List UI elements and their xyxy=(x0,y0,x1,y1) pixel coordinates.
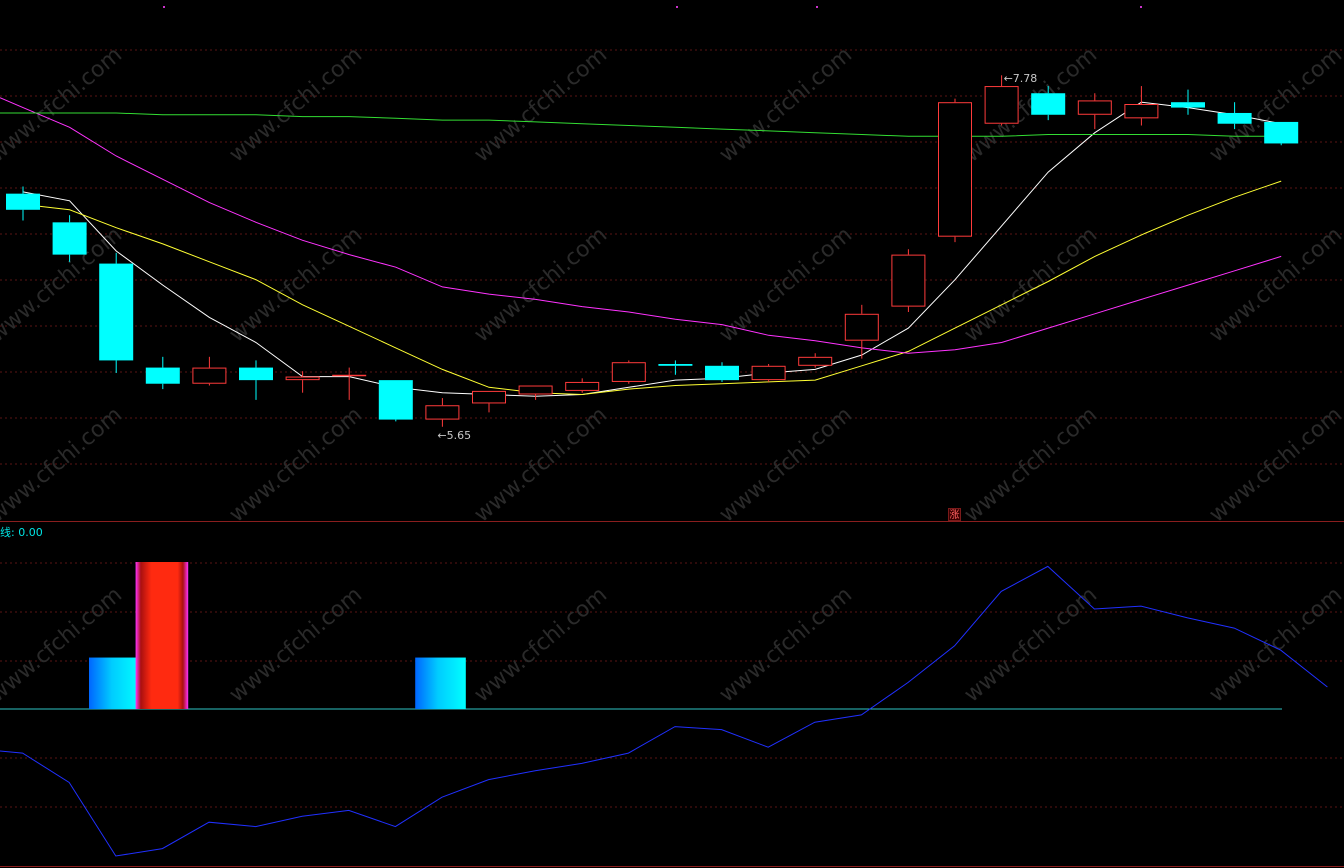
candle-up xyxy=(938,98,972,243)
candle-up xyxy=(1077,93,1112,130)
candle-up xyxy=(518,385,553,400)
watermark-text: www.cfchi.com xyxy=(960,222,1102,347)
candle-body xyxy=(99,263,134,361)
candle-up xyxy=(844,304,879,359)
candle-body xyxy=(1124,104,1159,119)
indicator-bar-cyan xyxy=(89,657,140,709)
candle-down xyxy=(99,252,134,373)
candle-up xyxy=(192,356,227,386)
candle-body xyxy=(798,356,833,366)
candle-up xyxy=(472,390,506,413)
candle-up xyxy=(285,371,320,393)
candle-body xyxy=(565,381,600,391)
watermark-text: www.cfchi.com xyxy=(1205,402,1344,527)
candle-body xyxy=(844,313,879,341)
candle-body xyxy=(1031,93,1066,115)
watermark-text: www.cfchi.com xyxy=(470,582,612,707)
watermark-text: www.cfchi.com xyxy=(1205,42,1344,167)
watermark-text: www.cfchi.com xyxy=(0,42,127,167)
watermark-text: www.cfchi.com xyxy=(225,582,367,707)
candle-up xyxy=(611,360,646,384)
candle-body xyxy=(6,193,40,210)
candle-body xyxy=(611,362,646,382)
candle-up xyxy=(891,249,926,312)
watermark-text: www.cfchi.com xyxy=(715,582,857,707)
candle-body xyxy=(518,385,553,395)
candlestick-series xyxy=(6,75,1299,427)
candle-body xyxy=(705,365,739,381)
candle-up xyxy=(751,364,786,382)
candle-down xyxy=(6,186,40,221)
top-marker xyxy=(816,6,818,8)
candle-down xyxy=(658,360,693,375)
candle-up xyxy=(1124,86,1159,126)
watermark-text: www.cfchi.com xyxy=(1205,222,1344,347)
candle-down xyxy=(1171,89,1205,115)
watermark-text: www.cfchi.com xyxy=(225,402,367,527)
indicator-label: 线: 0.00 xyxy=(0,526,43,539)
candle-body xyxy=(472,390,506,404)
candle-body xyxy=(751,365,786,381)
low-price-annotation: ←5.65 xyxy=(437,428,472,442)
top-marker xyxy=(676,6,678,8)
watermark-text: www.cfchi.com xyxy=(715,222,857,347)
moving-average-line xyxy=(22,180,1282,396)
moving-average-line xyxy=(0,112,1282,137)
top-marker xyxy=(163,6,165,8)
indicator-bar-cyan xyxy=(415,657,466,709)
watermark-text: www.cfchi.com xyxy=(470,222,612,347)
candle-body xyxy=(984,86,1019,124)
watermark-text: www.cfchi.com xyxy=(1205,582,1344,707)
candle-body xyxy=(1077,100,1112,115)
candle-down xyxy=(1264,121,1299,146)
candle-body xyxy=(145,367,180,384)
indicator-bars xyxy=(0,562,1282,710)
watermark-text: www.cfchi.com xyxy=(0,402,127,527)
watermark-text: www.cfchi.com xyxy=(225,42,367,167)
candle-body xyxy=(1264,121,1299,144)
candle-down xyxy=(145,356,180,390)
candle-body xyxy=(1171,102,1205,108)
candle-body xyxy=(332,374,367,377)
rise-badge: 涨 xyxy=(948,508,961,521)
indicator-line-path xyxy=(0,565,1328,857)
watermark-text: www.cfchi.com xyxy=(470,42,612,167)
watermark-text: www.cfchi.com xyxy=(715,42,857,167)
moving-average-line xyxy=(0,97,1282,354)
candle-body xyxy=(891,254,926,307)
candle-body xyxy=(938,102,972,237)
candle-body xyxy=(658,364,693,366)
candle-body xyxy=(52,222,87,255)
candle-body xyxy=(285,376,320,381)
watermark-text: www.cfchi.com xyxy=(470,402,612,527)
candle-down xyxy=(378,380,413,422)
candle-down xyxy=(239,360,273,400)
watermark-text: www.cfchi.com xyxy=(960,582,1102,707)
watermark-text: www.cfchi.com xyxy=(960,402,1102,527)
stock-chart: www.cfchi.com www.cfchi.com www.cfchi.com w… xyxy=(0,6,1344,867)
indicator-bar-red xyxy=(135,562,189,709)
indicator-line xyxy=(0,565,1328,857)
candle-up xyxy=(425,398,460,427)
high-price-annotation: ←7.78 xyxy=(1003,72,1038,86)
candle-body xyxy=(1217,112,1252,124)
watermark-text: www.cfchi.com xyxy=(225,222,367,347)
top-marker xyxy=(1140,6,1142,8)
candle-body xyxy=(192,367,227,384)
candle-body xyxy=(378,380,413,420)
candle-down xyxy=(705,362,739,382)
candle-body xyxy=(239,367,273,381)
candle-up xyxy=(798,353,833,368)
candle-up xyxy=(565,378,600,393)
chart-grid xyxy=(0,6,1344,867)
watermark-text: www.cfchi.com xyxy=(715,402,857,527)
candle-body xyxy=(425,405,460,420)
